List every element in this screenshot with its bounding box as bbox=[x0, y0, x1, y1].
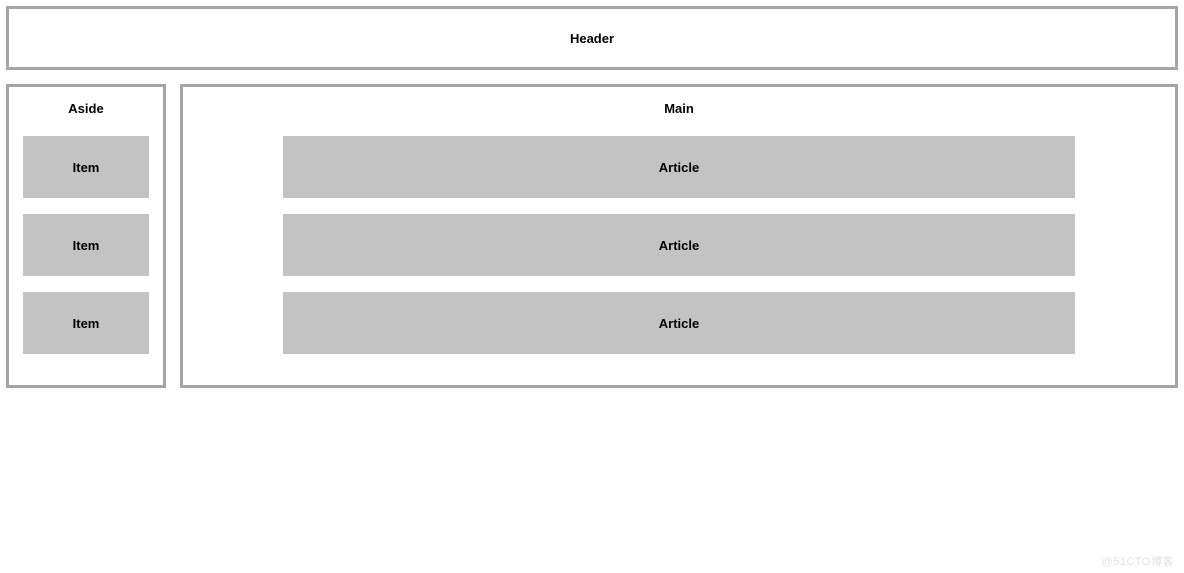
aside-item: Item bbox=[23, 136, 149, 198]
article-item: Article bbox=[283, 136, 1075, 198]
watermark: @51CTO博客 bbox=[1102, 553, 1174, 569]
header-label: Header bbox=[570, 31, 614, 46]
main-label: Main bbox=[664, 101, 694, 116]
aside-region: Aside Item Item Item bbox=[6, 84, 166, 388]
layout-row: Aside Item Item Item Main Article Articl… bbox=[6, 84, 1178, 388]
aside-label: Aside bbox=[68, 101, 103, 116]
header-region: Header bbox=[6, 6, 1178, 70]
article-label: Article bbox=[659, 238, 699, 253]
article-label: Article bbox=[659, 316, 699, 331]
aside-item-label: Item bbox=[73, 316, 100, 331]
aside-item: Item bbox=[23, 292, 149, 354]
main-region: Main Article Article Article bbox=[180, 84, 1178, 388]
aside-item-label: Item bbox=[73, 238, 100, 253]
aside-item: Item bbox=[23, 214, 149, 276]
article-item: Article bbox=[283, 214, 1075, 276]
article-label: Article bbox=[659, 160, 699, 175]
article-item: Article bbox=[283, 292, 1075, 354]
aside-item-label: Item bbox=[73, 160, 100, 175]
